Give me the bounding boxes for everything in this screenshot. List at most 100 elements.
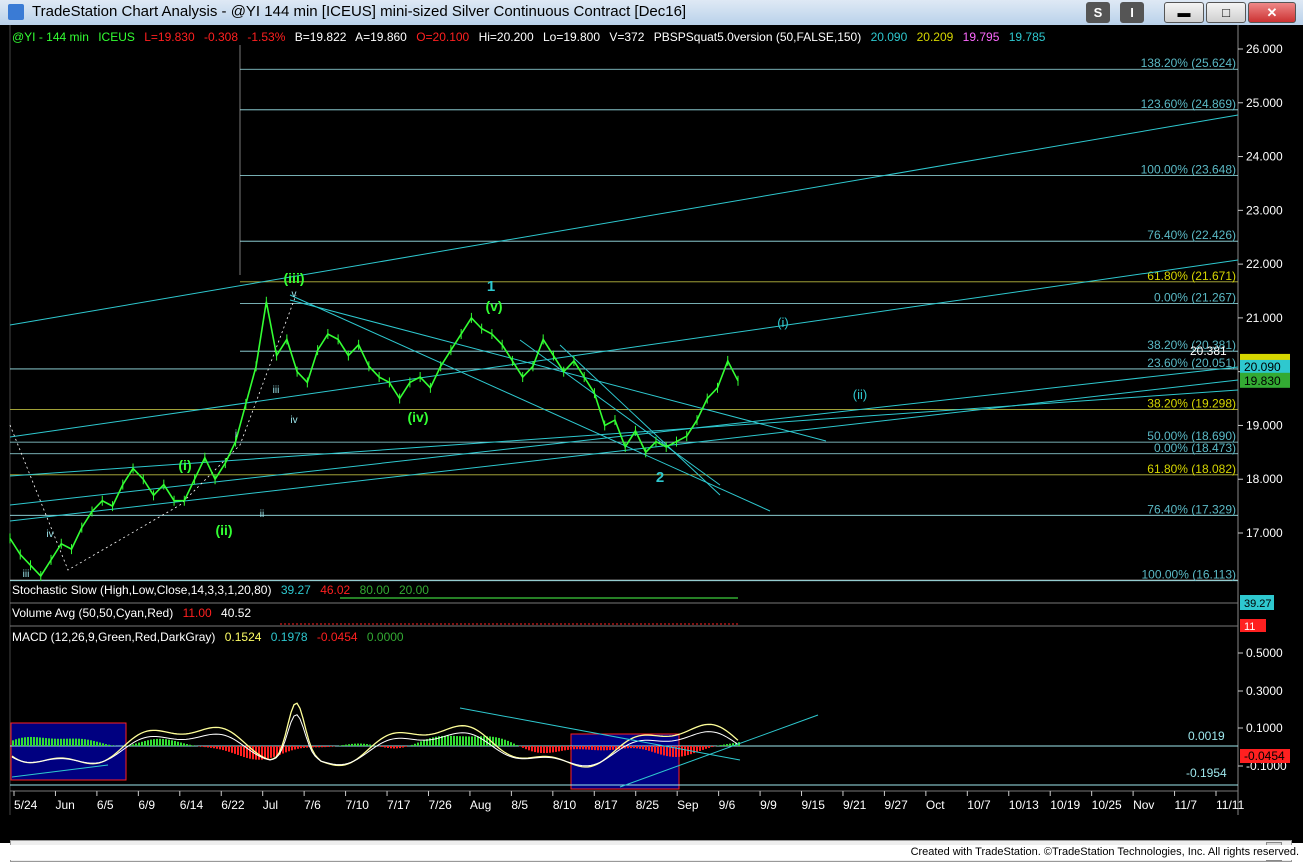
- macd-bar: [507, 741, 509, 746]
- macd-bar: [156, 739, 158, 746]
- fib-label: 76.40% (22.426): [1147, 228, 1236, 242]
- macd-bar: [474, 736, 476, 746]
- wave-label: (iv): [408, 409, 429, 425]
- macd-bar: [321, 746, 323, 747]
- macd-bar: [351, 744, 353, 746]
- macd-v1: 0.1524: [225, 630, 262, 644]
- macd-tick-label: 0.1000: [1246, 721, 1283, 735]
- header-net: -0.308: [204, 30, 238, 44]
- volume-label: Volume Avg (50,50,Cyan,Red): [12, 606, 173, 620]
- channel-line: [10, 380, 1238, 521]
- wave-label: 1: [487, 278, 495, 295]
- macd-bar: [531, 746, 533, 751]
- macd-bar: [657, 746, 659, 754]
- chart-area[interactable]: @YI - 144 min ICEUS L=19.830 -0.308 -1.5…: [0, 25, 1303, 843]
- macd-bar: [357, 744, 359, 746]
- header-open: O=20.100: [416, 30, 469, 44]
- app-icon: [8, 4, 24, 20]
- macd-bar: [48, 738, 50, 746]
- header-v2: 20.209: [917, 30, 954, 44]
- minimize-button[interactable]: ▬: [1164, 2, 1204, 23]
- volume-v1: 11.00: [183, 606, 212, 620]
- macd-bar: [384, 746, 386, 748]
- footer-text: Created with TradeStation. ©TradeStation…: [911, 846, 1299, 858]
- macd-bar: [405, 746, 407, 747]
- macd-bar: [162, 739, 164, 746]
- macd-bar: [54, 739, 56, 746]
- macd-bar: [93, 741, 95, 746]
- wave-label: (v): [485, 298, 502, 314]
- price-tick-label: 26.000: [1246, 42, 1283, 56]
- wave-label: v: [292, 289, 297, 300]
- wave-label: (iii): [284, 270, 305, 286]
- macd-bar: [66, 739, 68, 746]
- macd-bar: [558, 746, 560, 751]
- macd-bar: [135, 743, 137, 746]
- macd-bar: [177, 742, 179, 746]
- macd-bar: [498, 738, 500, 746]
- macd-bar: [216, 746, 218, 749]
- price-marker-label: 19.830: [1244, 374, 1281, 388]
- macd-bar: [147, 740, 149, 746]
- time-tick-label: 10/25: [1092, 798, 1122, 812]
- macd-bar: [294, 746, 296, 749]
- macd-bar: [525, 746, 527, 749]
- macd-bar: [291, 746, 293, 750]
- macd-bar: [213, 746, 215, 748]
- macd-bar: [444, 736, 446, 746]
- macd-bar: [342, 745, 344, 746]
- macd-bar: [399, 746, 401, 748]
- volume-v2: 40.52: [221, 606, 251, 620]
- macd-bar: [432, 737, 434, 746]
- macd-bar: [171, 740, 173, 746]
- s-button[interactable]: S: [1086, 2, 1110, 23]
- maximize-button[interactable]: □: [1206, 2, 1246, 23]
- macd-bar: [303, 746, 305, 748]
- close-button[interactable]: ✕: [1248, 2, 1296, 23]
- channel-line: [560, 345, 720, 495]
- fib-label: 100.00% (16.113): [1141, 568, 1236, 582]
- macd-bar: [69, 739, 71, 746]
- macd-bar: [159, 739, 161, 746]
- macd-header: MACD (12,26,9,Green,Red,DarkGray) 0.1524…: [12, 630, 404, 644]
- macd-bar: [591, 746, 593, 750]
- macd-bar: [222, 746, 224, 750]
- time-tick-label: 8/10: [553, 798, 577, 812]
- macd-bar: [183, 743, 185, 746]
- macd-marker-0019: 0.0019: [1188, 729, 1225, 743]
- macd-bar: [609, 746, 611, 750]
- macd-bar: [564, 746, 566, 750]
- wave-label: 2: [656, 469, 664, 486]
- macd-bar: [111, 745, 113, 746]
- macd-bar: [723, 745, 725, 746]
- macd-bar: [726, 744, 728, 746]
- macd-bar: [381, 746, 383, 747]
- macd-bar: [153, 739, 155, 746]
- header-high: Hi=20.200: [479, 30, 534, 44]
- time-tick-label: 6/9: [138, 798, 155, 812]
- fib-label: 0.00% (18.473): [1154, 441, 1236, 455]
- macd-bar: [504, 740, 506, 746]
- stoch-v3: 80.00: [360, 583, 390, 597]
- macd-bar: [702, 746, 704, 750]
- macd-bar: [366, 744, 368, 746]
- macd-bar: [186, 744, 188, 746]
- macd-bar: [639, 746, 641, 749]
- macd-bar: [678, 746, 680, 757]
- title-bar: TradeStation Chart Analysis - @YI 144 mi…: [0, 0, 1303, 26]
- macd-bar: [27, 737, 29, 746]
- i-button[interactable]: I: [1120, 2, 1144, 23]
- channel-line: [10, 390, 1238, 476]
- channel-line: [290, 300, 826, 441]
- time-tick-label: 5/24: [14, 798, 38, 812]
- macd-bar: [582, 746, 584, 749]
- macd-bar: [300, 746, 302, 748]
- macd-bar: [258, 746, 260, 760]
- macd-bar: [642, 746, 644, 749]
- macd-bar: [90, 740, 92, 746]
- macd-bar: [387, 746, 389, 748]
- time-tick-label: 11/7: [1175, 798, 1198, 812]
- macd-tick-label: 0.3000: [1246, 684, 1283, 698]
- macd-bar: [423, 740, 425, 746]
- time-tick-label: Oct: [926, 798, 945, 812]
